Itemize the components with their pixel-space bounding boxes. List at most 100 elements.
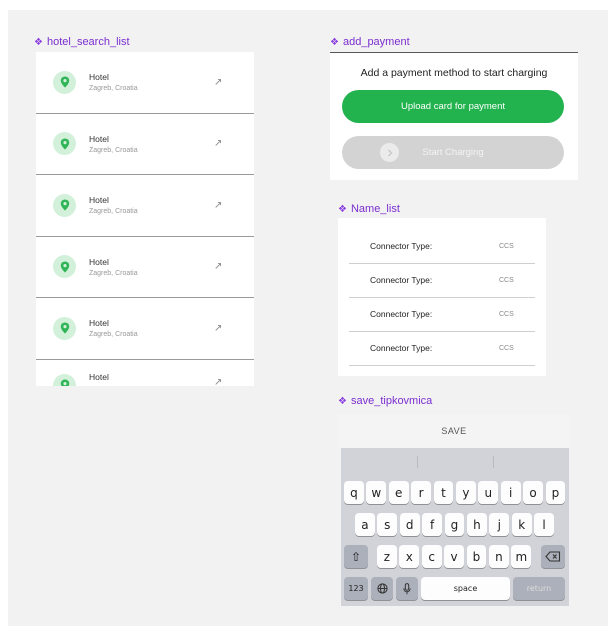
hotel-location: Zagreb, Croatia: [89, 146, 138, 154]
connector-list-item[interactable]: Connector Type: CCS: [349, 298, 535, 332]
key-b[interactable]: b: [466, 545, 487, 568]
design-canvas: ❖ hotel_search_list ❖ add_payment ❖ Name…: [8, 10, 608, 626]
key-w[interactable]: w: [366, 481, 387, 504]
arrow-up-right-icon[interactable]: ↗: [214, 77, 222, 88]
suggestion-divider: [493, 456, 494, 468]
key-q[interactable]: q: [344, 481, 364, 504]
space-key[interactable]: space: [421, 577, 510, 600]
connector-value: CCS: [499, 310, 514, 318]
key-a[interactable]: a: [355, 513, 375, 536]
connector-value: CCS: [499, 276, 514, 284]
key-o[interactable]: o: [523, 481, 543, 504]
key-y[interactable]: y: [456, 481, 476, 504]
payment-title: Add a payment method to start charging: [360, 67, 548, 79]
hotel-location: Zagreb, Croatia: [89, 85, 138, 93]
key-t[interactable]: t: [433, 481, 454, 504]
shift-key[interactable]: ⇧: [344, 545, 368, 568]
connector-value: CCS: [499, 344, 514, 352]
component-diamond-icon: ❖: [34, 36, 43, 48]
arrow-up-right-icon[interactable]: ↗: [214, 138, 222, 149]
frame-label-name-list[interactable]: ❖ Name_list: [338, 203, 400, 215]
map-pin-icon: [53, 193, 76, 217]
connector-list-item[interactable]: Connector Type: CCS: [349, 264, 535, 298]
component-diamond-icon: ❖: [330, 36, 339, 48]
map-pin-icon: [53, 373, 76, 386]
suggestion-divider: [417, 456, 418, 468]
shift-icon: ⇧: [350, 549, 362, 564]
connector-value: CCS: [499, 242, 514, 250]
map-pin-icon: [53, 70, 76, 94]
key-r[interactable]: r: [411, 481, 431, 504]
connector-label: Connector Type:: [370, 241, 433, 252]
connector-label: Connector Type:: [370, 275, 433, 286]
hotel-search-list: Hotel Zagreb, Croatia ↗ Hotel Zagreb, Cr…: [36, 52, 254, 386]
globe-key[interactable]: [371, 577, 393, 600]
frame-label-text: Name_list: [350, 203, 400, 215]
suggestion-bar: [341, 448, 569, 474]
hotel-name: Hotel: [89, 72, 109, 83]
chevron-right-icon: [380, 143, 399, 162]
hotel-name: Hotel: [89, 371, 109, 382]
connector-label: Connector Type:: [370, 343, 433, 354]
mic-key[interactable]: [396, 577, 418, 600]
hotel-list-item[interactable]: Hotel Zagreb, Croatia ↗: [36, 114, 254, 175]
return-key[interactable]: return: [513, 577, 565, 600]
key-l[interactable]: l: [534, 513, 554, 536]
delete-key[interactable]: [541, 545, 565, 568]
arrow-up-right-icon[interactable]: ↗: [214, 200, 222, 211]
key-j[interactable]: j: [489, 513, 510, 536]
key-n[interactable]: n: [489, 545, 509, 568]
key-v[interactable]: v: [444, 545, 464, 568]
connector-label: Connector Type:: [370, 309, 433, 320]
key-u[interactable]: u: [478, 481, 499, 504]
upload-card-button[interactable]: Upload card for payment: [342, 90, 564, 123]
key-x[interactable]: x: [399, 545, 420, 568]
key-k[interactable]: k: [511, 513, 532, 536]
map-pin-icon: [53, 255, 76, 279]
keyboard: ⇧ 123 space return qwertyuiop asdfghjkl zx…: [341, 448, 569, 606]
save-button[interactable]: SAVE: [338, 414, 570, 448]
frame-label-save-tipkovmica[interactable]: ❖ save_tipkovmica: [338, 395, 432, 407]
key-c[interactable]: c: [421, 545, 442, 568]
key-z[interactable]: z: [377, 545, 397, 568]
frame-label-hotel-search-list[interactable]: ❖ hotel_search_list: [34, 36, 130, 48]
hotel-name: Hotel: [89, 195, 109, 206]
key-s[interactable]: s: [377, 513, 398, 536]
key-f[interactable]: f: [422, 513, 442, 536]
backspace-icon: [545, 551, 561, 562]
key-g[interactable]: g: [444, 513, 465, 536]
start-charging-label: Start Charging: [422, 147, 484, 158]
hotel-location: Zagreb, Croatia: [89, 208, 138, 216]
microphone-icon: [403, 582, 411, 594]
add-payment-card: Add a payment method to start charging U…: [330, 52, 578, 180]
start-charging-button[interactable]: Start Charging: [342, 136, 564, 169]
frame-label-add-payment[interactable]: ❖ add_payment: [330, 36, 410, 48]
component-diamond-icon: ❖: [338, 395, 347, 407]
component-diamond-icon: ❖: [338, 203, 347, 215]
hotel-list-item[interactable]: Hotel Zagreb, Croatia ↗: [36, 52, 254, 114]
arrow-up-right-icon[interactable]: ↗: [214, 261, 222, 272]
arrow-up-right-icon[interactable]: ↗: [214, 377, 222, 387]
key-i[interactable]: i: [500, 481, 521, 504]
arrow-up-right-icon[interactable]: ↗: [214, 323, 222, 334]
hotel-name: Hotel: [89, 318, 109, 329]
globe-icon: [376, 583, 388, 594]
key-h[interactable]: h: [467, 513, 487, 536]
frame-label-text: add_payment: [342, 36, 410, 48]
hotel-list-item[interactable]: Hotel Zagreb, Croatia ↗: [36, 237, 254, 298]
connector-list-item[interactable]: Connector Type: CCS: [349, 332, 535, 366]
hotel-list-item[interactable]: Hotel ↗: [36, 360, 254, 386]
connector-list-item[interactable]: Connector Type: CCS: [349, 230, 535, 264]
map-pin-icon: [53, 132, 76, 156]
connector-name-list: Connector Type: CCS Connector Type: CCS …: [338, 218, 546, 376]
numbers-key[interactable]: 123: [344, 577, 368, 600]
hotel-list-item[interactable]: Hotel Zagreb, Croatia ↗: [36, 175, 254, 237]
frame-label-text: save_tipkovmica: [350, 395, 433, 407]
hotel-name: Hotel: [89, 256, 109, 267]
key-p[interactable]: p: [545, 481, 566, 504]
key-m[interactable]: m: [511, 545, 532, 568]
hotel-location: Zagreb, Croatia: [89, 269, 138, 277]
hotel-list-item[interactable]: Hotel Zagreb, Croatia ↗: [36, 298, 254, 360]
key-d[interactable]: d: [399, 513, 420, 536]
key-e[interactable]: e: [388, 481, 409, 504]
